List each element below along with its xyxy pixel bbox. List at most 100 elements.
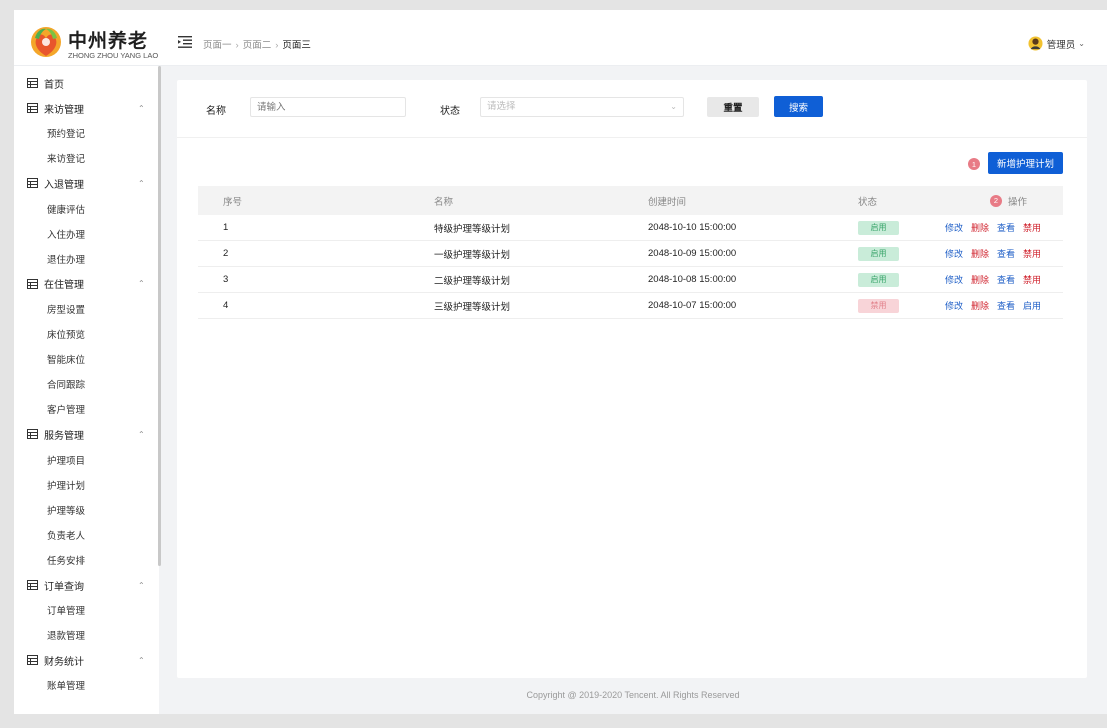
cell-actions: 修改 删除 查看 启用 [945,293,1049,318]
name-filter-label: 名称 [206,106,226,117]
sidebar-item[interactable]: 智能床位 [14,349,159,369]
toggle-status-link[interactable]: 禁用 [1023,221,1041,234]
step-badge-2: 2 [990,194,1002,207]
sidebar-item[interactable]: 健康评估 [14,199,159,219]
cell-name: 三级护理等级计划 [434,301,511,313]
filter-bar: 名称 状态 请选择 ⌄ 重置 搜索 [177,80,1087,138]
sidebar-item-label: 在住管理 [44,280,84,292]
cell-index: 4 [223,300,229,311]
cell-index: 2 [223,248,229,259]
delete-link[interactable]: 删除 [971,273,989,286]
sidebar-group[interactable]: 在住管理 ⌃ [14,274,159,294]
sidebar-item[interactable]: 合同跟踪 [14,374,159,394]
sidebar-item-label: 护理计划 [47,480,86,492]
status-badge: 启用 [858,246,899,261]
logo-icon [31,27,61,57]
table-body: 1 特级护理等级计划 2048-10-10 15:00:00 启用 修改 删除 查看 禁用 2 一… [198,215,1063,319]
sidebar-item[interactable]: 入住办理 [14,224,159,244]
avatar [1028,36,1043,51]
sidebar-item[interactable]: 账单管理 [14,675,159,695]
sidebar-item-label: 入住办理 [47,229,86,241]
sidebar-item[interactable]: 退款管理 [14,625,159,645]
sidebar: 首页 来访管理 ⌃ 预约登记 来访登记 入退管理 ⌃ 健康评估 入住办理 退住办理 在住管理 ⌃ 房型设… [14,66,159,714]
delete-link[interactable]: 删除 [971,247,989,260]
cell-index: 3 [223,274,229,285]
view-link[interactable]: 查看 [997,273,1015,286]
name-filter-input[interactable] [250,97,406,117]
column-header-index: 序号 [223,196,243,208]
sidebar-item[interactable]: 任务安排 [14,550,159,570]
sidebar-scrollbar[interactable] [158,66,161,566]
sidebar-item[interactable]: 床位预览 [14,324,159,344]
sidebar-item-label: 客户管理 [47,405,86,417]
cell-created: 2048-10-08 15:00:00 [648,274,737,285]
sidebar-item-label: 房型设置 [47,304,86,316]
sidebar-item-label: 负责老人 [47,530,86,542]
sidebar-item-label: 任务安排 [47,555,86,567]
chevron-down-icon: ⌄ [1078,39,1085,48]
toggle-status-link[interactable]: 禁用 [1023,247,1041,260]
cell-name: 二级护理等级计划 [434,275,511,287]
edit-link[interactable]: 修改 [945,299,963,312]
edit-link[interactable]: 修改 [945,273,963,286]
sidebar-item[interactable]: 护理项目 [14,450,159,470]
sidebar-item-label: 健康评估 [47,204,86,216]
sidebar-group[interactable]: 订单查询 ⌃ [14,575,159,595]
status-select[interactable]: 请选择 ⌄ [480,97,684,117]
menu-group-icon [27,78,38,88]
sidebar-group[interactable]: 来访管理 ⌃ [14,98,159,118]
table-row: 2 一级护理等级计划 2048-10-09 15:00:00 启用 修改 删除 查看 禁用 [198,241,1063,267]
sidebar-item-label: 来访管理 [44,104,84,116]
breadcrumb-item-1[interactable]: 页面一 [203,40,232,51]
sidebar-item[interactable]: 客户管理 [14,399,159,419]
sidebar-group[interactable]: 财务统计 ⌃ [14,650,159,670]
sidebar-item[interactable]: 来访登记 [14,148,159,168]
delete-link[interactable]: 删除 [971,299,989,312]
sidebar-group[interactable]: 入退管理 ⌃ [14,173,159,193]
sidebar-item-label: 订单查询 [44,581,84,593]
sidebar-item-label: 订单管理 [47,606,86,618]
menu-fold-icon[interactable] [178,36,192,48]
add-care-plan-button[interactable]: 新增护理计划 [988,152,1063,174]
sidebar-item[interactable]: 订单管理 [14,600,159,620]
sidebar-item-label: 退款管理 [47,631,86,643]
sidebar-group[interactable]: 首页 [14,73,159,93]
status-badge: 启用 [858,272,899,287]
sidebar-item[interactable]: 预约登记 [14,123,159,143]
cell-actions: 修改 删除 查看 禁用 [945,215,1049,240]
toggle-status-link[interactable]: 禁用 [1023,273,1041,286]
column-header-name: 名称 [434,196,454,208]
toggle-status-link[interactable]: 启用 [1023,299,1041,312]
sidebar-group[interactable]: 服务管理 ⌃ [14,424,159,444]
status-badge: 启用 [858,220,899,235]
sidebar-item[interactable]: 护理等级 [14,500,159,520]
breadcrumb-item-2[interactable]: 页面二 [243,40,272,51]
content-card: 名称 状态 请选择 ⌄ 重置 搜索 1 新增护理计划 序号 名称 创建时间 状态… [177,80,1087,678]
delete-link[interactable]: 删除 [971,221,989,234]
menu-group-icon [27,429,38,440]
edit-link[interactable]: 修改 [945,221,963,234]
view-link[interactable]: 查看 [997,221,1015,234]
chevron-down-icon: ⌄ [670,102,677,111]
chevron-up-icon: ⌃ [138,580,145,590]
cell-index: 1 [223,222,229,233]
sidebar-item[interactable]: 退住办理 [14,249,159,269]
column-header-actions: 2 操作 [990,186,1027,215]
sidebar-item[interactable]: 负责老人 [14,525,159,545]
view-link[interactable]: 查看 [997,247,1015,260]
user-menu[interactable]: 管理员 ⌄ [1028,36,1085,51]
chevron-right-icon: › [235,40,239,51]
cell-name: 一级护理等级计划 [434,249,511,261]
breadcrumb: 页面一 › 页面二 › 页面三 [203,37,311,51]
sidebar-item[interactable]: 房型设置 [14,299,159,319]
sidebar-item-label: 护理等级 [47,505,86,517]
view-link[interactable]: 查看 [997,299,1015,312]
menu-group-icon [27,278,38,289]
chevron-up-icon: ⌃ [138,429,145,439]
table-row: 3 二级护理等级计划 2048-10-08 15:00:00 启用 修改 删除 查看 禁用 [198,267,1063,293]
search-button[interactable]: 搜索 [774,96,823,117]
edit-link[interactable]: 修改 [945,247,963,260]
sidebar-item[interactable]: 护理计划 [14,475,159,495]
cell-created: 2048-10-10 15:00:00 [648,222,737,233]
reset-button[interactable]: 重置 [707,97,759,117]
